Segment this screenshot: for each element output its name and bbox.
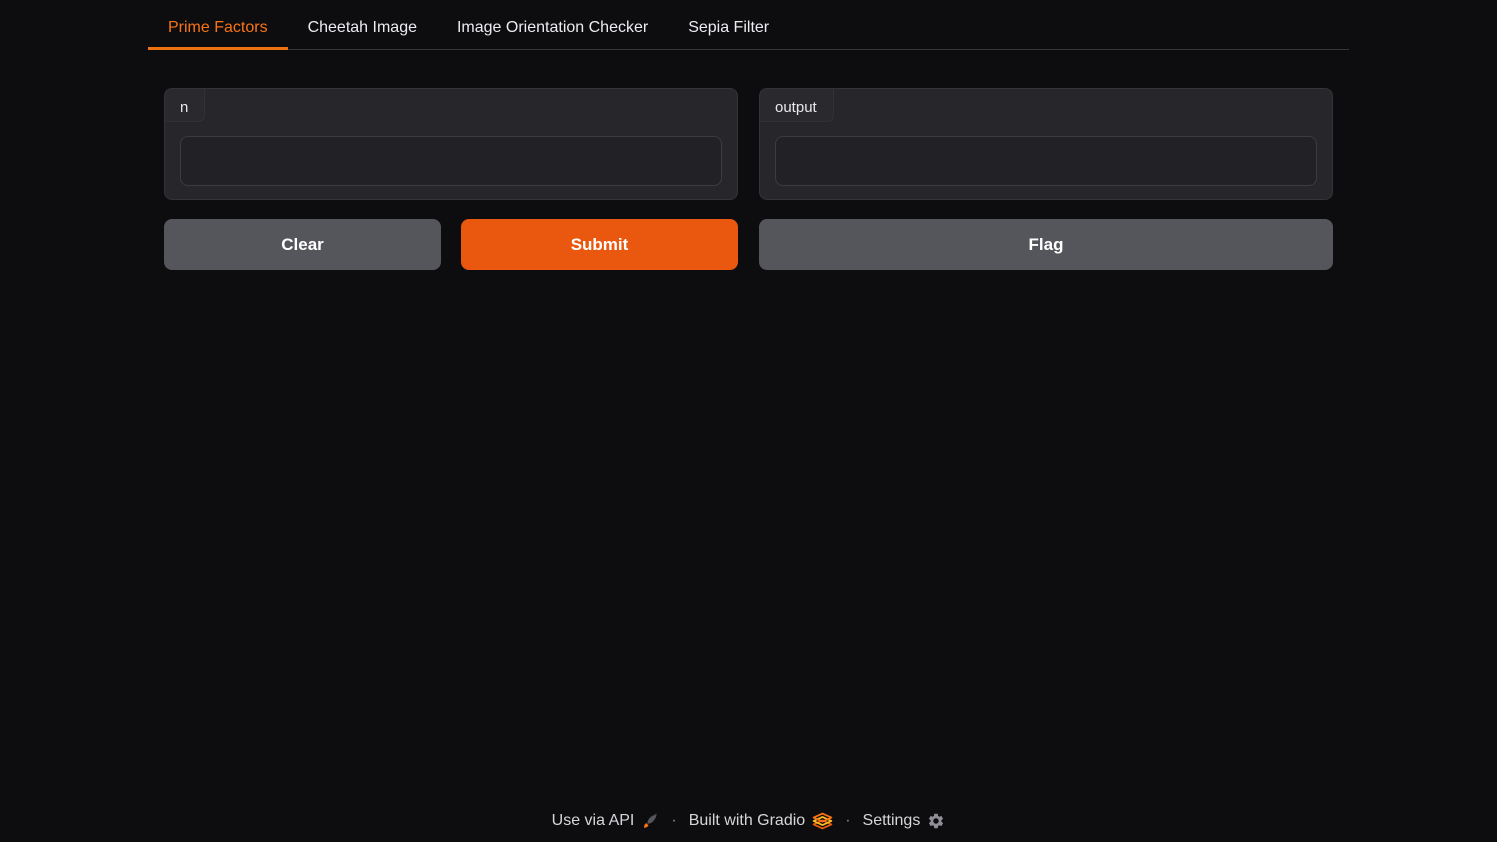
footer: Use via API · Built with Gradio · bbox=[148, 812, 1349, 842]
gear-icon bbox=[927, 812, 945, 830]
n-input[interactable] bbox=[180, 136, 722, 186]
tab-content-prime-factors: n Clear Submit output Flag bbox=[148, 50, 1349, 270]
input-column: n Clear Submit bbox=[164, 88, 738, 270]
output-column: output Flag bbox=[759, 88, 1333, 270]
use-via-api-link[interactable]: Use via API bbox=[552, 812, 660, 830]
footer-separator: · bbox=[671, 812, 676, 830]
output-label: output bbox=[760, 89, 834, 122]
built-with-gradio-label: Built with Gradio bbox=[689, 812, 806, 830]
input-label: n bbox=[165, 89, 205, 122]
tab-sepia-filter[interactable]: Sepia Filter bbox=[668, 8, 789, 50]
output-field[interactable] bbox=[775, 136, 1317, 186]
tab-image-orientation-checker[interactable]: Image Orientation Checker bbox=[437, 8, 668, 50]
action-buttons-row: Clear Submit bbox=[164, 219, 738, 270]
tab-nav: Prime Factors Cheetah Image Image Orient… bbox=[148, 8, 1349, 50]
clear-button[interactable]: Clear bbox=[164, 219, 441, 270]
tab-prime-factors[interactable]: Prime Factors bbox=[148, 8, 288, 50]
footer-separator: · bbox=[845, 812, 850, 830]
use-via-api-label: Use via API bbox=[552, 812, 635, 830]
submit-button[interactable]: Submit bbox=[461, 219, 738, 270]
settings-link[interactable]: Settings bbox=[863, 812, 946, 830]
gradio-app: Prime Factors Cheetah Image Image Orient… bbox=[148, 0, 1349, 842]
output-panel: output bbox=[759, 88, 1333, 200]
rocket-icon bbox=[641, 812, 659, 830]
input-panel: n bbox=[164, 88, 738, 200]
io-row: n Clear Submit output Flag bbox=[164, 88, 1333, 270]
settings-label: Settings bbox=[863, 812, 921, 830]
gradio-logo-icon bbox=[812, 812, 833, 830]
built-with-gradio-link[interactable]: Built with Gradio bbox=[689, 812, 834, 830]
tab-cheetah-image[interactable]: Cheetah Image bbox=[288, 8, 437, 50]
flag-button-row: Flag bbox=[759, 219, 1333, 270]
flag-button[interactable]: Flag bbox=[759, 219, 1333, 270]
